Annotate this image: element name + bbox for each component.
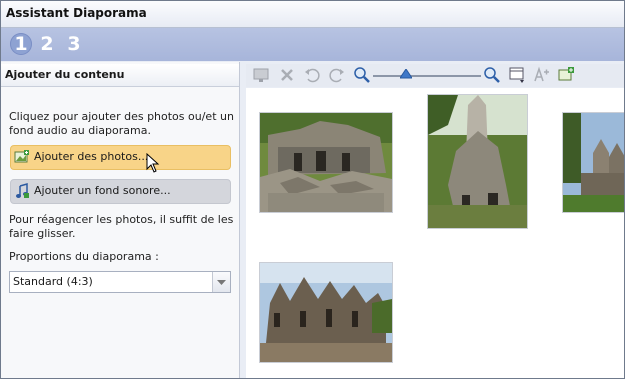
proportions-select[interactable]: Standard (4:3) <box>9 271 231 293</box>
title-bar: Assistant Diaporama <box>1 1 624 28</box>
mouse-cursor-icon <box>146 153 160 173</box>
add-slide-icon[interactable] <box>557 66 575 84</box>
gallery-toolbar <box>246 64 624 87</box>
window: Assistant Diaporama 1 2 3 Ajouter du con… <box>0 0 625 379</box>
rotate-left-icon[interactable] <box>303 66 321 84</box>
instructions-line-1: Cliquez pour ajouter des photos ou/et un <box>9 110 234 123</box>
add-audio-button[interactable]: Ajouter un fond sonore... <box>10 179 231 204</box>
panel-title: Ajouter du contenu <box>5 68 125 81</box>
add-audio-label: Ajouter un fond sonore... <box>34 184 171 197</box>
zoom-slider-thumb[interactable] <box>400 69 412 79</box>
add-photos-button[interactable]: Ajouter des photos... <box>10 145 231 170</box>
photo-gallery <box>246 88 624 378</box>
zoom-slider[interactable] <box>373 75 481 77</box>
view-options-icon[interactable] <box>508 66 526 84</box>
reorder-hint-line-1: Pour réagencer les photos, il suffit de … <box>9 213 234 226</box>
step-3[interactable]: 3 <box>63 33 85 55</box>
add-photos-label: Ajouter des photos... <box>34 150 149 163</box>
reorder-hint-line-2: faire glisser. <box>9 227 76 240</box>
photo-thumbnail[interactable] <box>259 112 393 213</box>
photo-thumbnail[interactable] <box>562 112 624 213</box>
rotate-right-icon[interactable] <box>328 66 346 84</box>
window-title: Assistant Diaporama <box>6 6 147 20</box>
steps-bar: 1 2 3 <box>1 28 624 61</box>
step-2[interactable]: 2 <box>36 33 58 55</box>
temple-towers-photo <box>563 113 624 212</box>
proportions-label: Proportions du diaporama : <box>9 250 159 263</box>
zoom-out-icon[interactable] <box>353 66 371 84</box>
tree-temple-photo <box>428 95 527 228</box>
proportions-value: Standard (4:3) <box>13 275 93 288</box>
photo-thumbnail[interactable] <box>259 262 393 363</box>
panel-header: Ajouter du contenu <box>1 64 239 87</box>
bayon-photo <box>260 263 392 362</box>
content-panel: Ajouter du contenu Cliquez pour ajouter … <box>1 62 240 378</box>
monitor-icon[interactable] <box>252 66 270 84</box>
chevron-down-icon <box>217 280 226 285</box>
instructions-line-2: fond audio au diaporama. <box>9 124 151 137</box>
dropdown-arrow[interactable] <box>212 272 230 292</box>
zoom-in-icon[interactable] <box>483 66 501 84</box>
delete-icon[interactable] <box>278 66 296 84</box>
ruins-photo <box>260 113 392 212</box>
text-icon[interactable] <box>532 66 550 84</box>
step-1[interactable]: 1 <box>10 33 32 55</box>
photo-thumbnail[interactable] <box>427 94 528 229</box>
add-photo-icon <box>14 150 29 163</box>
music-note-icon <box>16 183 29 198</box>
